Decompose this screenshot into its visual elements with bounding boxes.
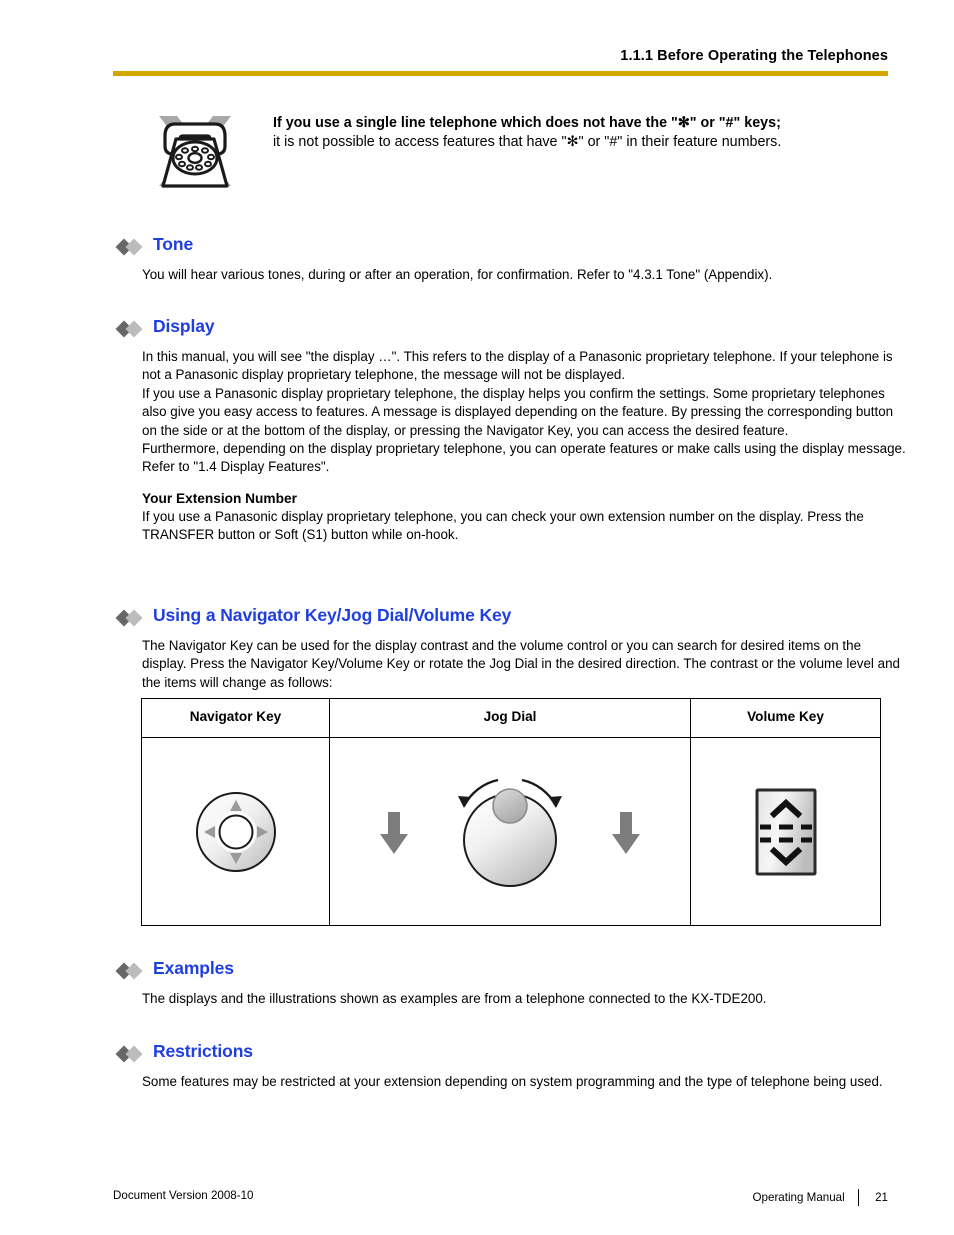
table-header-navigator-key: Navigator Key bbox=[189, 709, 282, 724]
paragraph: In this manual, you will see "the displa… bbox=[142, 349, 893, 383]
table-cell-navigator-key bbox=[142, 738, 329, 925]
diamond-bullet-icon bbox=[115, 1045, 152, 1063]
paragraph: If you use a Panasonic display proprieta… bbox=[142, 508, 864, 543]
rotary-telephone-crossed-out-icon bbox=[145, 108, 245, 200]
footer-page-number: 21 bbox=[875, 1191, 888, 1204]
volume-key-icon bbox=[755, 788, 816, 875]
footer-manual-info: Operating Manual 21 bbox=[753, 1189, 888, 1206]
section-heading-restrictions: Restrictions bbox=[115, 1041, 908, 1067]
table-cell-jog-dial bbox=[330, 738, 690, 925]
table-header-row: Navigator Key Jog Dial Volume Key bbox=[142, 699, 880, 738]
header-divider-rule bbox=[113, 71, 888, 76]
section-body: Some features may be restricted at your … bbox=[142, 1073, 908, 1091]
diamond-bullet-icon bbox=[115, 238, 152, 256]
diamond-bullet-icon bbox=[115, 962, 152, 980]
subsection-body: If you use a Panasonic display proprieta… bbox=[142, 508, 908, 545]
down-arrow-icon bbox=[612, 811, 640, 854]
paragraph: You will hear various tones, during or a… bbox=[142, 267, 773, 282]
table-cell-volume-key bbox=[691, 738, 880, 925]
notice-normal-line: it is not possible to access features th… bbox=[273, 134, 782, 150]
jog-dial-icon bbox=[380, 778, 640, 887]
notice-block: If you use a single line telephone which… bbox=[113, 106, 903, 202]
section-body: The displays and the illustrations shown… bbox=[142, 990, 908, 1008]
table-body-row bbox=[142, 738, 880, 925]
paragraph: If you use a Panasonic display proprieta… bbox=[142, 385, 894, 438]
footer-document-version: Document Version 2008-10 bbox=[113, 1189, 254, 1202]
notice-text: If you use a single line telephone which… bbox=[273, 114, 903, 152]
key-comparison-table: Navigator Key Jog Dial Volume Key bbox=[141, 698, 881, 926]
table-header-jog-dial: Jog Dial bbox=[483, 709, 537, 724]
section-heading-tone: Tone bbox=[115, 234, 908, 260]
table-header-volume-key: Volume Key bbox=[747, 709, 824, 724]
section-tone: Tone You will hear various tones, during… bbox=[115, 234, 908, 284]
diamond-bullet-icon bbox=[115, 320, 152, 338]
footer-manual-name: Operating Manual bbox=[752, 1191, 845, 1204]
section-examples: Examples The displays and the illustrati… bbox=[115, 958, 908, 1008]
section-body: The Navigator Key can be used for the di… bbox=[142, 637, 908, 692]
section-title: Using a Navigator Key/Jog Dial/Volume Ke… bbox=[153, 605, 512, 625]
down-arrow-icon bbox=[380, 811, 408, 854]
section-restrictions: Restrictions Some features may be restri… bbox=[115, 1041, 908, 1091]
section-using-navigator-key: Using a Navigator Key/Jog Dial/Volume Ke… bbox=[115, 605, 908, 692]
page-footer: Document Version 2008-10 Operating Manua… bbox=[0, 1175, 954, 1235]
section-body: In this manual, you will see "the displa… bbox=[142, 348, 908, 477]
section-body: You will hear various tones, during or a… bbox=[142, 266, 908, 284]
section-heading-examples: Examples bbox=[115, 958, 908, 984]
paragraph: Furthermore, depending on the display pr… bbox=[142, 441, 906, 475]
section-title: Display bbox=[153, 316, 215, 336]
paragraph: The Navigator Key can be used for the di… bbox=[142, 638, 900, 690]
navigator-key-icon bbox=[195, 791, 276, 872]
section-title: Restrictions bbox=[153, 1041, 253, 1061]
manual-page: 1.1.1 Before Operating the Telephones If… bbox=[0, 0, 954, 1235]
diamond-bullet-icon bbox=[115, 609, 152, 627]
page-header-title: 1.1.1 Before Operating the Telephones bbox=[620, 48, 888, 64]
section-title: Tone bbox=[153, 234, 194, 254]
subsection-heading-your-extension-number: Your Extension Number bbox=[142, 490, 297, 506]
page-header: 1.1.1 Before Operating the Telephones bbox=[0, 0, 954, 80]
footer-separator bbox=[857, 1189, 859, 1206]
section-heading-display: Display bbox=[115, 316, 908, 342]
section-display: Display In this manual, you will see "th… bbox=[115, 316, 908, 545]
paragraph: Some features may be restricted at your … bbox=[142, 1074, 883, 1089]
section-title: Examples bbox=[153, 958, 234, 978]
section-heading-using-navigator-key: Using a Navigator Key/Jog Dial/Volume Ke… bbox=[115, 605, 908, 631]
paragraph: The displays and the illustrations shown… bbox=[142, 991, 767, 1006]
notice-bold-line: If you use a single line telephone which… bbox=[273, 115, 781, 131]
